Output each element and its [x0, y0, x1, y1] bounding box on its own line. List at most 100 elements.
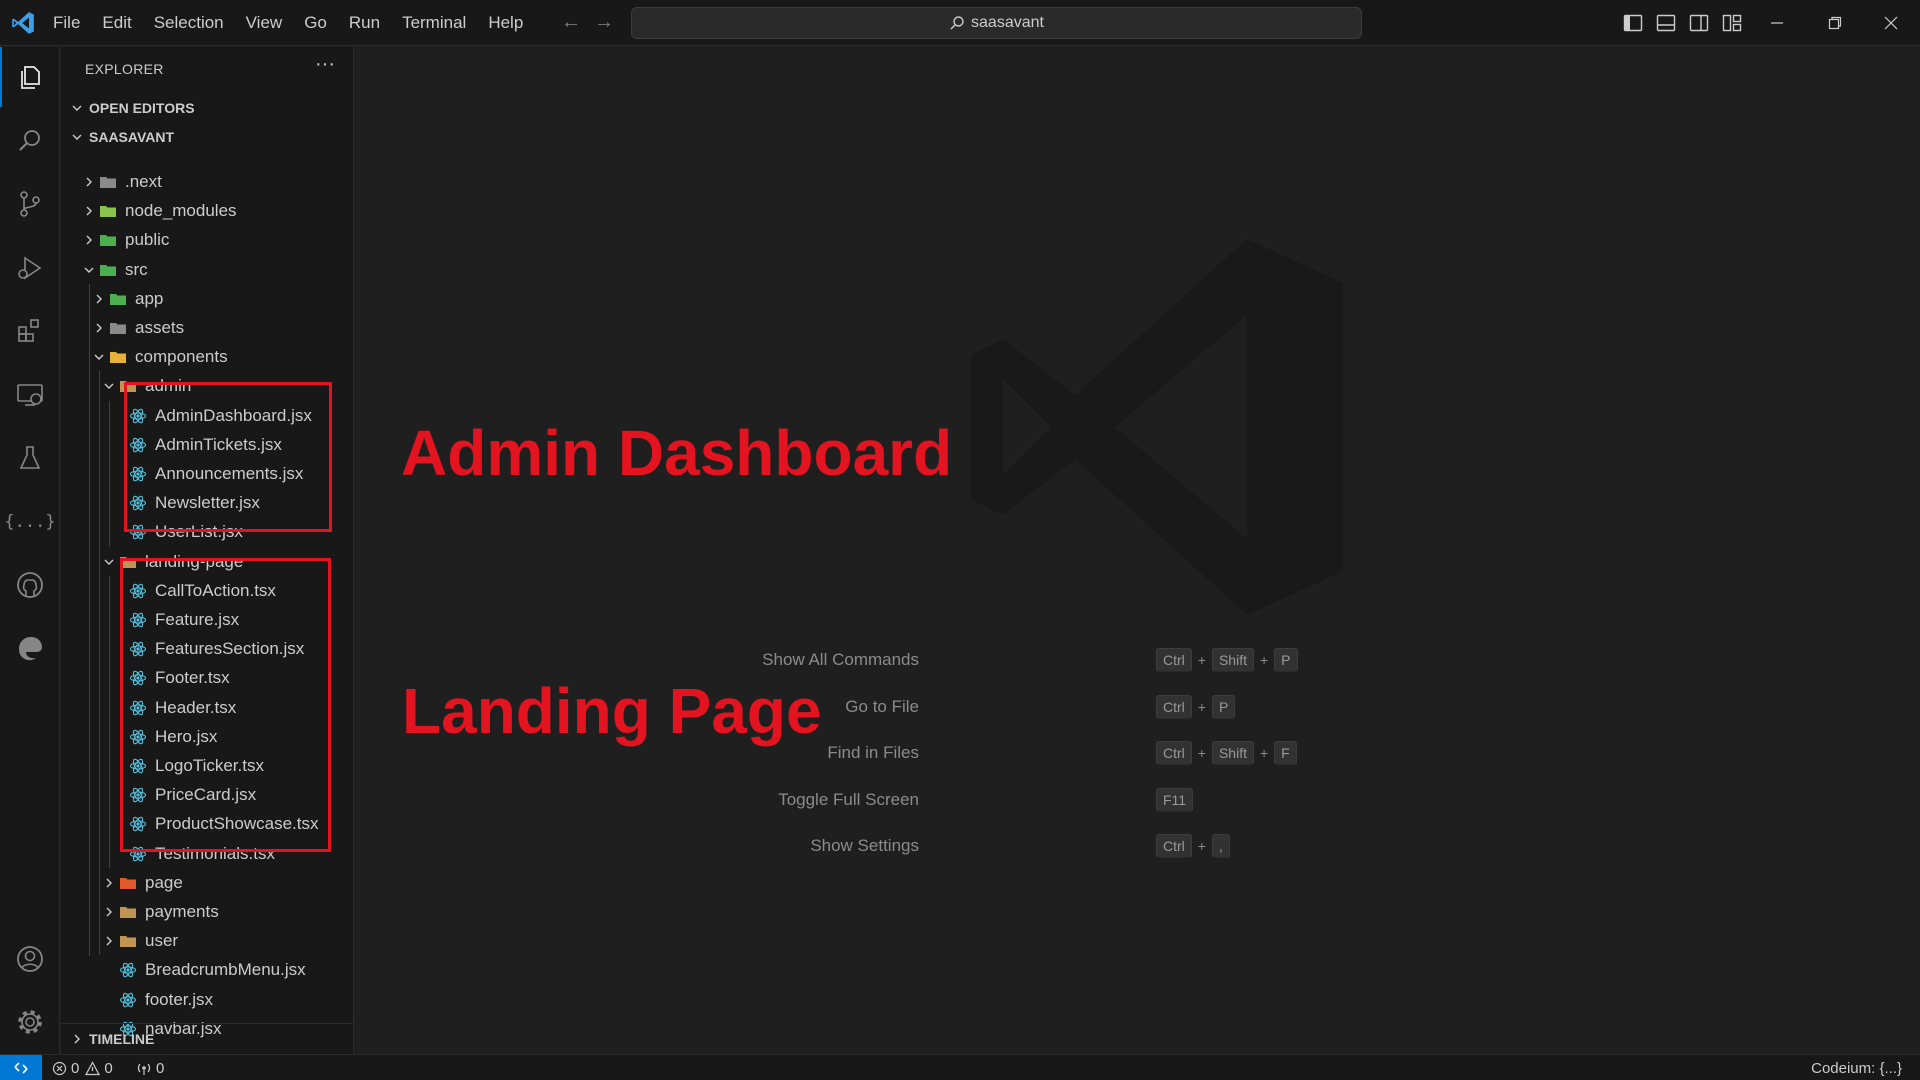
chevron-right-icon: [81, 167, 97, 196]
chevron-right-icon: [74, 1034, 80, 1043]
folder-item[interactable]: public: [61, 225, 353, 254]
explorer-sidebar: EXPLORER ··· OPEN EDITORS SAASAVANT .nex…: [61, 47, 354, 1054]
toggle-secondary-sidebar-icon[interactable]: [1688, 12, 1710, 34]
customize-layout-icon[interactable]: [1721, 12, 1743, 34]
extensions-icon[interactable]: [0, 301, 60, 361]
testing-icon[interactable]: [0, 428, 60, 488]
tree-item-label: components: [135, 346, 228, 366]
file-item[interactable]: footer.jsx: [61, 985, 353, 1014]
folder-item[interactable]: payments: [61, 897, 353, 926]
folder-icon: [117, 897, 139, 926]
folder-icon: [97, 225, 119, 254]
remote-explorer-icon[interactable]: [0, 365, 60, 425]
tree-item-label: src: [125, 259, 148, 279]
json-icon[interactable]: {...}: [0, 492, 60, 552]
explorer-icon[interactable]: [0, 47, 60, 107]
chevron-down-icon: [72, 134, 82, 140]
file-item[interactable]: BreadcrumbMenu.jsx: [61, 955, 353, 984]
indent-guide: [89, 284, 90, 956]
indent-guide: [109, 576, 110, 868]
search-icon[interactable]: [0, 111, 60, 171]
menu-run[interactable]: Run: [338, 0, 391, 46]
codeium-status[interactable]: Codeium: {...}: [1811, 1055, 1902, 1080]
project-header[interactable]: SAASAVANT: [61, 123, 353, 151]
sidebar-title: EXPLORER: [85, 61, 164, 77]
shortcut-keys: Ctrl + Shift + F: [1156, 741, 1297, 765]
restore-button[interactable]: [1806, 0, 1864, 46]
github-icon[interactable]: [0, 555, 60, 615]
folder-item[interactable]: assets: [61, 313, 353, 342]
timeline-label: TIMELINE: [89, 1030, 155, 1047]
error-icon: [52, 1061, 67, 1075]
indent-guide: [99, 371, 100, 955]
forward-arrow-icon[interactable]: →: [594, 11, 614, 34]
remote-indicator[interactable]: [0, 1055, 42, 1080]
edge-icon[interactable]: [0, 619, 60, 679]
open-editors-header[interactable]: OPEN EDITORS: [61, 94, 353, 122]
vscode-logo-icon: [12, 12, 34, 34]
shortcut-keys: Ctrl + P: [1156, 694, 1236, 719]
folder-item[interactable]: components: [61, 342, 353, 371]
menu-help[interactable]: Help: [477, 0, 534, 46]
toggle-panel-icon[interactable]: [1655, 12, 1677, 34]
folder-item[interactable]: user: [61, 926, 353, 955]
keycap: Shift: [1211, 741, 1254, 765]
folder-item[interactable]: node_modules: [61, 196, 353, 225]
keycap: Ctrl: [1156, 834, 1192, 858]
menu-selection[interactable]: Selection: [143, 0, 235, 46]
folder-icon: [117, 926, 139, 955]
keycap: F11: [1156, 787, 1194, 812]
close-window-button[interactable]: [1862, 0, 1920, 46]
chevron-right-icon: [91, 284, 107, 313]
shortcut-label: Show Settings: [810, 836, 919, 855]
run-debug-icon[interactable]: [0, 238, 60, 298]
minimize-button[interactable]: [1748, 0, 1806, 46]
keycap: F: [1274, 741, 1297, 765]
folder-item[interactable]: .next: [61, 167, 353, 196]
back-arrow-icon[interactable]: ←: [561, 11, 581, 34]
activity-bar: {...}: [0, 47, 60, 1054]
title-bar: File Edit Selection View Go Run Terminal Help ←…: [0, 0, 1920, 46]
folder-icon: [107, 342, 129, 371]
menu-go[interactable]: Go: [293, 0, 338, 46]
open-editors-label: OPEN EDITORS: [89, 100, 195, 116]
key-separator: +: [1197, 652, 1206, 668]
shortcut-row[interactable]: Toggle Full Screen F11: [355, 786, 1920, 816]
folder-icon: [97, 167, 119, 196]
indent-guide: [109, 401, 110, 547]
react-file-icon: [117, 955, 139, 984]
toggle-primary-sidebar-icon[interactable]: [1622, 12, 1644, 34]
menu-edit[interactable]: Edit: [91, 0, 142, 46]
chevron-down-icon: [91, 342, 107, 371]
menu-file[interactable]: File: [42, 0, 91, 46]
shortcut-row[interactable]: Show All Commands Ctrl + Shift + P: [355, 646, 1920, 676]
folder-item[interactable]: src: [61, 255, 353, 284]
close-icon: [1884, 16, 1898, 30]
folder-item[interactable]: page: [61, 868, 353, 897]
keycap: Shift: [1211, 648, 1254, 672]
landing-page-highlight-box: [120, 558, 331, 852]
shortcut-row[interactable]: Find in Files Ctrl + Shift + F: [355, 739, 1920, 769]
shortcut-row[interactable]: Show Settings Ctrl +,: [355, 832, 1920, 862]
key-separator: +: [1197, 698, 1206, 715]
shortcut-label: Show All Commands: [762, 650, 919, 669]
status-bar: 0 0 0 Codeium: {...}: [0, 1054, 1920, 1080]
folder-item[interactable]: app: [61, 284, 353, 313]
chevron-down-icon: [101, 547, 117, 576]
shortcut-row[interactable]: Go to File Ctrl + P: [355, 693, 1920, 723]
source-control-icon[interactable]: [0, 174, 60, 234]
menu-terminal[interactable]: Terminal: [391, 0, 477, 46]
problems-indicator[interactable]: 0 0: [52, 1055, 113, 1080]
shortcut-label: Go to File: [845, 696, 919, 716]
menu-view[interactable]: View: [235, 0, 294, 46]
timeline-header[interactable]: TIMELINE: [61, 1023, 353, 1053]
command-center-search[interactable]: saasavant: [631, 7, 1362, 39]
error-count: 0: [71, 1059, 80, 1077]
ports-indicator[interactable]: 0: [136, 1055, 164, 1080]
tree-item-label: .next: [125, 171, 162, 191]
vscode-watermark-icon: [971, 239, 1343, 615]
settings-gear-icon[interactable]: [0, 992, 60, 1052]
more-actions-icon[interactable]: ···: [315, 53, 335, 76]
folder-icon: [117, 868, 139, 897]
account-icon[interactable]: [0, 929, 60, 989]
